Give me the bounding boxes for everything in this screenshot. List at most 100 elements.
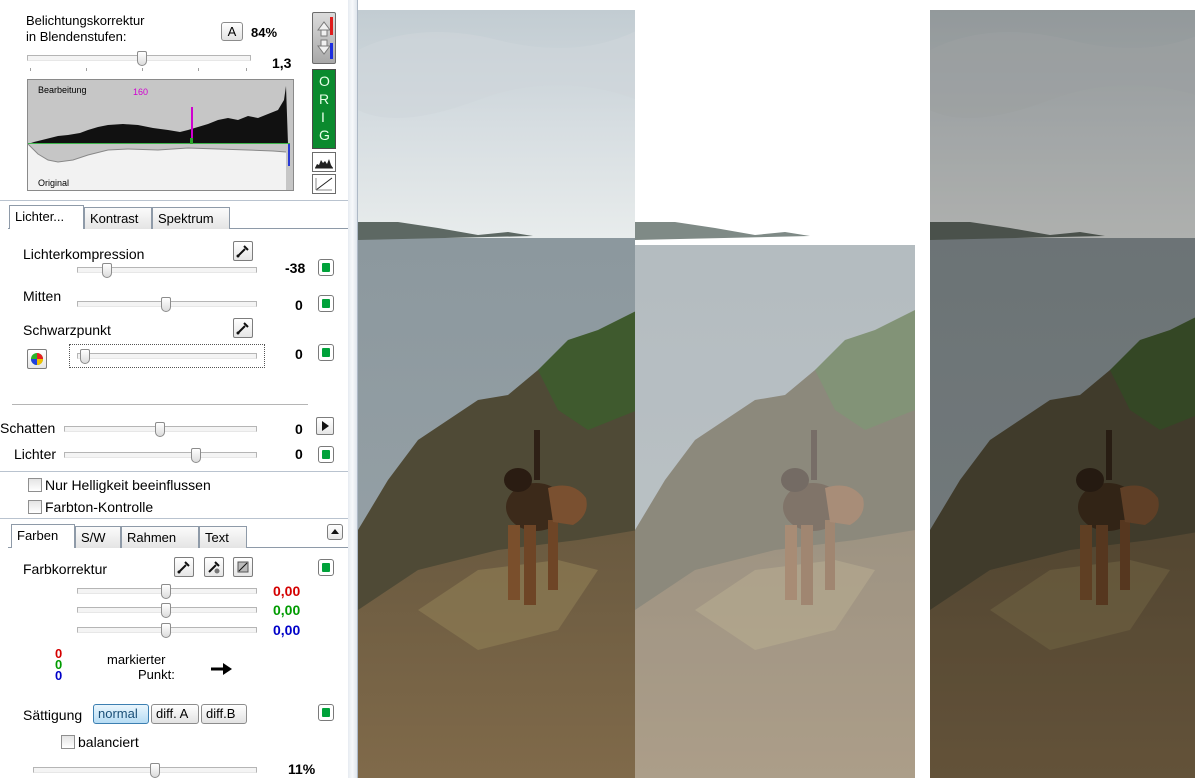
orig-button[interactable]: O R I G xyxy=(312,69,336,149)
photo-canvas xyxy=(358,10,1195,778)
orig-letter: R xyxy=(319,91,330,107)
auto-color-icon xyxy=(237,561,249,573)
balanciert-label: balanciert xyxy=(78,734,139,750)
curve-view-button[interactable] xyxy=(312,174,336,194)
mitten-reset-button[interactable] xyxy=(318,295,334,312)
farbkorrektur-reset-button[interactable] xyxy=(318,559,334,576)
color-wheel-icon xyxy=(31,353,43,365)
histogram: Bearbeitung 160 Original xyxy=(27,79,294,191)
tab-farben[interactable]: Farben xyxy=(11,524,75,548)
green-value: 0,00 xyxy=(273,602,301,618)
schwarzpunkt-label: Schwarzpunkt xyxy=(23,322,111,338)
marked-b-value: 0 xyxy=(55,668,63,683)
farbton-label: Farbton-Kontrolle xyxy=(45,499,154,515)
histogram-view-button[interactable] xyxy=(312,152,336,172)
section-divider xyxy=(0,471,348,472)
blue-value: 0,00 xyxy=(273,622,301,638)
marked-point-label-line1: markierter xyxy=(107,652,166,667)
section-divider xyxy=(0,518,348,519)
lichterkompression-slider-thumb[interactable] xyxy=(102,263,113,278)
eyedropper-button[interactable] xyxy=(233,241,253,261)
tab-sw[interactable]: S/W xyxy=(75,526,121,548)
lichter-slider-track[interactable] xyxy=(64,452,257,458)
mitten-label: Mitten xyxy=(23,288,62,304)
schatten-slider-thumb[interactable] xyxy=(154,422,165,437)
up-down-toggle-button[interactable] xyxy=(312,12,336,64)
eyedropper-gray-icon xyxy=(208,561,220,574)
eyedropper-icon xyxy=(236,245,249,258)
color-picker-button[interactable] xyxy=(27,349,47,369)
mitten-slider-thumb[interactable] xyxy=(161,297,171,312)
marked-point-label-line2: Punkt: xyxy=(138,667,175,682)
lichter-reset-button[interactable] xyxy=(318,446,334,463)
histogram-top-label: Bearbeitung xyxy=(38,85,87,95)
collapse-button[interactable] xyxy=(327,524,343,540)
nur-helligkeit-label: Nur Helligkeit beeinflussen xyxy=(45,477,211,493)
red-value: 0,00 xyxy=(273,583,301,599)
histogram-marker-value: 160 xyxy=(133,87,149,97)
saettigung-slider-track[interactable] xyxy=(33,767,257,773)
exposure-percent: 84% xyxy=(251,25,278,40)
tab-lichter[interactable]: Lichter... xyxy=(9,205,84,229)
nur-helligkeit-checkbox[interactable] xyxy=(28,478,42,492)
eyedropper-gray-button[interactable] xyxy=(204,557,224,577)
eyedropper-icon xyxy=(236,322,249,335)
image-preview xyxy=(358,10,1195,778)
tab-rahmen[interactable]: Rahmen xyxy=(121,526,199,548)
histogram-icon xyxy=(315,159,333,169)
tick xyxy=(30,68,31,71)
saettigung-diff-b-button[interactable]: diff.B xyxy=(201,704,247,724)
auto-color-button[interactable] xyxy=(233,557,253,577)
lichter-value: 0 xyxy=(295,446,303,462)
red-slider-thumb[interactable] xyxy=(161,584,171,599)
tick xyxy=(198,68,199,71)
lichterkompression-value: -38 xyxy=(285,260,306,276)
exposure-label-line2: in Blendenstufen: xyxy=(26,29,127,44)
blue-slider-thumb[interactable] xyxy=(161,623,171,638)
up-down-arrows-icon xyxy=(317,17,333,59)
eyedropper-icon xyxy=(177,561,190,574)
histogram-graph xyxy=(28,86,293,190)
saettigung-normal-button[interactable]: normal xyxy=(93,704,149,724)
lichterkompression-label: Lichterkompression xyxy=(23,246,145,262)
saettigung-reset-button[interactable] xyxy=(318,704,334,721)
triangle-right-icon xyxy=(322,421,329,431)
schatten-expand-button[interactable] xyxy=(316,417,334,435)
section-divider xyxy=(0,200,348,201)
lichter-slider-thumb[interactable] xyxy=(190,448,201,463)
schwarzpunkt-slider-thumb[interactable] xyxy=(80,349,91,364)
collapse-up-icon xyxy=(331,529,339,534)
tab-kontrast[interactable]: Kontrast xyxy=(84,207,152,229)
photo-original xyxy=(358,10,638,778)
eyedropper-button[interactable] xyxy=(233,318,253,338)
eyedropper-button[interactable] xyxy=(174,557,194,577)
lichterkompression-reset-button[interactable] xyxy=(318,259,334,276)
photo-brightened xyxy=(635,10,930,778)
tab-spektrum[interactable]: Spektrum xyxy=(152,207,230,229)
tab-text[interactable]: Text xyxy=(199,526,247,548)
mitten-value: 0 xyxy=(295,297,303,313)
farbton-checkbox[interactable] xyxy=(28,500,42,514)
arrow-right-icon xyxy=(210,662,234,679)
green-slider-thumb[interactable] xyxy=(161,603,171,618)
tick xyxy=(142,68,143,71)
schwarzpunkt-reset-button[interactable] xyxy=(318,344,334,361)
panel-splitter[interactable] xyxy=(348,0,358,778)
tick xyxy=(246,68,247,71)
exposure-slider-thumb[interactable] xyxy=(137,51,148,66)
saettigung-value: 11% xyxy=(288,761,316,777)
saettigung-label: Sättigung xyxy=(23,707,83,723)
exposure-value: 1,3 xyxy=(272,55,292,71)
section-divider xyxy=(12,404,308,405)
saettigung-slider-thumb[interactable] xyxy=(149,763,160,778)
auto-exposure-button[interactable]: A xyxy=(221,22,243,41)
histogram-bottom-label: Original xyxy=(38,178,70,188)
saettigung-diff-a-button[interactable]: diff. A xyxy=(151,704,199,724)
balanciert-checkbox[interactable] xyxy=(61,735,75,749)
farbkorrektur-label: Farbkorrektur xyxy=(23,561,108,577)
orig-letter: I xyxy=(321,109,325,125)
tick xyxy=(86,68,87,71)
exposure-label-line1: Belichtungskorrektur xyxy=(26,13,145,28)
schwarzpunkt-slider-track[interactable] xyxy=(77,353,257,359)
orig-letter: G xyxy=(319,127,330,143)
